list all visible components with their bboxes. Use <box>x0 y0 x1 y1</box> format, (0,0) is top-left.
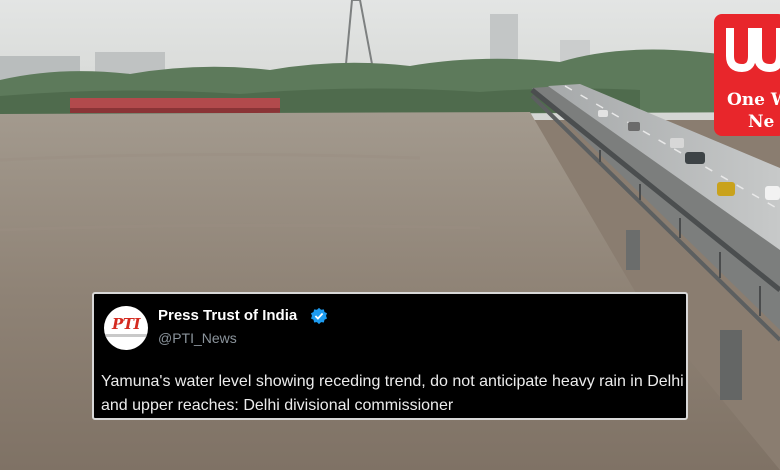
brand-logo: One W Ne <box>714 14 780 136</box>
display-name: Press Trust of India <box>158 307 298 324</box>
avatar: PTI <box>104 306 148 350</box>
tweet-text: Yamuna's water level showing receding tr… <box>101 373 684 414</box>
handle: @PTI_News <box>158 330 237 346</box>
tweet-card: PTI Press Trust of India @PTI_News Yamun… <box>92 292 688 420</box>
avatar-label: PTI <box>112 315 140 333</box>
logo-text-line2: Ne <box>748 112 775 132</box>
verified-badge-icon <box>310 307 328 325</box>
logo-mark-icon <box>726 28 780 73</box>
avatar-tagline-bar <box>104 334 148 337</box>
logo-text-line1: One W <box>727 90 780 110</box>
